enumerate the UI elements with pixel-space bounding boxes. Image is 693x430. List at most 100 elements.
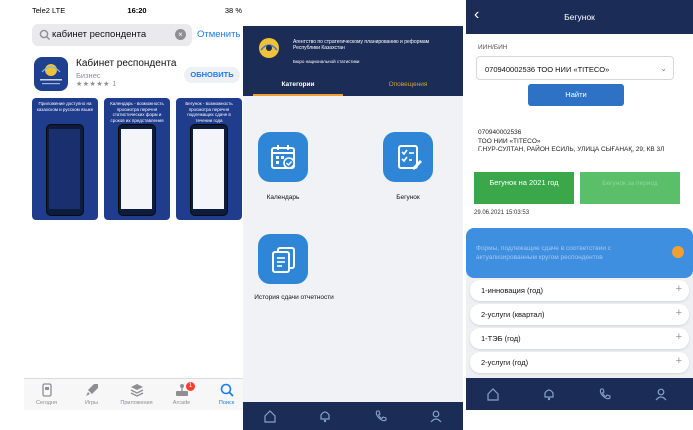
find-button[interactable]: Найти: [528, 84, 624, 106]
update-button[interactable]: ОБНОВИТЬ: [184, 67, 240, 83]
app-store-tab-bar: Сегодня Игры Приложения 1 Arcade Поиск: [24, 378, 250, 410]
plus-icon[interactable]: +: [676, 283, 682, 295]
categories-screen: Агентство по стратегическому планировани…: [243, 26, 463, 430]
user-icon[interactable]: [429, 409, 443, 423]
cancel-button[interactable]: Отменить: [197, 29, 240, 40]
select-value: 070940002536 ТОО НИИ «TITECO»: [485, 65, 610, 74]
form-name: 2-услуги (квартал): [481, 310, 545, 319]
app-header: Агентство по стратегическому планировани…: [243, 26, 463, 74]
search-query: кабинет респондента: [52, 29, 147, 40]
app-logo-icon: [40, 64, 62, 85]
tab-notifications[interactable]: Оповещения: [353, 81, 463, 88]
checklist-icon: [398, 145, 422, 170]
iin-bin-label: ИИН/БИН: [478, 44, 508, 51]
phone-screen: [121, 129, 152, 209]
search-icon: [39, 29, 50, 40]
tab-today[interactable]: Сегодня: [24, 382, 69, 406]
form-name: 1-инновация (год): [481, 286, 543, 295]
forms-accordion[interactable]: Формы, подлежащие сдаче в соответствии с…: [466, 228, 693, 278]
form-row[interactable]: 1-ТЭБ (год) +: [470, 328, 689, 349]
screenshot-caption: Бегунок - возможность просмотра перечня …: [185, 101, 233, 123]
form-row[interactable]: 1-инновация (год) +: [470, 280, 689, 301]
begunok-tile[interactable]: [383, 132, 433, 182]
app-store-screen: Tele2 LTE 16:20 38 % кабинет респондента…: [24, 0, 250, 410]
plus-icon[interactable]: +: [676, 307, 682, 319]
category-tabs: Категории Оповещения: [243, 74, 463, 96]
form-row[interactable]: 2-услуги (год) +: [470, 352, 689, 373]
plus-icon[interactable]: +: [676, 355, 682, 367]
screenshot-card[interactable]: Приложение доступно на казахском и русск…: [32, 98, 98, 220]
today-icon: [41, 383, 52, 397]
form-row[interactable]: 2-услуги (квартал) +: [470, 304, 689, 325]
timestamp: 29.06.2021 15:03:53: [474, 210, 530, 216]
tab-label: Arcade: [172, 400, 191, 406]
begunok-year-button[interactable]: Бегунок на 2021 год: [474, 172, 574, 204]
tab-label: Игры: [85, 400, 98, 406]
screenshot-card[interactable]: Календарь - возможность просмотра перечн…: [104, 98, 170, 220]
org-address: Г.НУР-СУЛТАН, РАЙОН ЕСИЛЬ, УЛИЦА СЫҒАНАҚ…: [478, 146, 665, 153]
organization-info: 070940002536 ТОО НИИ «TITECO» Г.НУР-СУЛТ…: [478, 129, 664, 155]
bottom-nav: [466, 378, 693, 410]
screenshot-caption: Приложение доступно на казахском и русск…: [36, 101, 94, 112]
bureau-name: Бюро национальной статистики: [293, 59, 360, 64]
tab-arcade[interactable]: 1 Arcade: [159, 382, 204, 406]
app-icon[interactable]: [34, 57, 68, 91]
phone-mockup: [46, 124, 84, 216]
active-tab-underline: [253, 94, 343, 96]
history-label: История сдачи отчетности: [254, 294, 334, 301]
search-icon: [220, 383, 234, 397]
clear-icon[interactable]: ×: [175, 29, 186, 40]
screen-title: Бегунок: [564, 12, 595, 22]
phone-icon[interactable]: [374, 409, 388, 423]
arcade-badge: 1: [186, 382, 195, 391]
agency-name: Агентство по стратегическому планировани…: [293, 39, 430, 51]
history-tile[interactable]: [258, 234, 308, 284]
form-name: 1-ТЭБ (год): [481, 334, 521, 343]
calendar-tile[interactable]: [258, 132, 308, 182]
accordion-text: Формы, подлежащие сдаче в соответствии с…: [476, 245, 612, 261]
tab-games[interactable]: Игры: [69, 382, 114, 406]
org-bin: 070940002536: [478, 129, 522, 136]
org-name: ТОО НИИ «TITECO»: [478, 137, 541, 145]
screenshots-carousel[interactable]: Приложение доступно на казахском и русск…: [32, 98, 244, 220]
plus-icon[interactable]: +: [676, 331, 682, 343]
collapse-icon[interactable]: [672, 246, 684, 258]
bottom-nav: [243, 402, 463, 430]
agency-logo-icon: [259, 38, 279, 58]
status-bar: Tele2 LTE 16:20 38 %: [24, 0, 250, 20]
screenshot-card[interactable]: Бегунок - возможность просмотра перечня …: [176, 98, 242, 220]
rocket-icon: [85, 384, 98, 396]
phone-screen: [193, 129, 224, 209]
begunok-period-button[interactable]: Бегунок за период: [580, 172, 680, 204]
phone-icon[interactable]: [598, 387, 612, 401]
home-icon[interactable]: [486, 387, 500, 401]
app-name: Кабинет респондента: [76, 58, 177, 69]
screen-header: ‹ Бегунок: [466, 0, 693, 34]
phone-screen: [49, 129, 80, 209]
layers-icon: [130, 384, 143, 397]
bell-icon[interactable]: [318, 409, 332, 423]
form-name: 2-услуги (год): [481, 358, 529, 367]
bell-icon[interactable]: [542, 387, 556, 401]
phone-mockup: [190, 124, 228, 216]
organization-select[interactable]: 070940002536 ТОО НИИ «TITECO» ⌄: [476, 56, 674, 80]
begunok-label: Бегунок: [396, 194, 420, 201]
tab-label: Сегодня: [35, 400, 58, 406]
clock-label: 16:20: [127, 6, 147, 15]
app-category: Бизнес: [76, 71, 101, 80]
search-row: кабинет респондента × Отменить: [32, 24, 244, 46]
chevron-down-icon: ⌄: [660, 64, 667, 73]
tab-categories[interactable]: Категории: [243, 81, 353, 88]
calendar-icon: [271, 145, 295, 169]
tab-label: Приложения: [120, 400, 153, 406]
documents-icon: [272, 247, 295, 273]
tab-apps[interactable]: Приложения: [114, 382, 159, 406]
user-icon[interactable]: [654, 387, 668, 401]
home-icon[interactable]: [263, 409, 277, 423]
phone-mockup: [118, 124, 156, 216]
battery-label: 38 %: [224, 6, 242, 15]
screenshot-caption: Календарь - возможность просмотра перечн…: [110, 101, 164, 123]
rating-stars: ★★★★★ 1: [76, 81, 117, 88]
begunok-screen: ‹ Бегунок ИИН/БИН 070940002536 ТОО НИИ «…: [466, 0, 693, 410]
search-input[interactable]: кабинет респондента ×: [32, 24, 192, 46]
